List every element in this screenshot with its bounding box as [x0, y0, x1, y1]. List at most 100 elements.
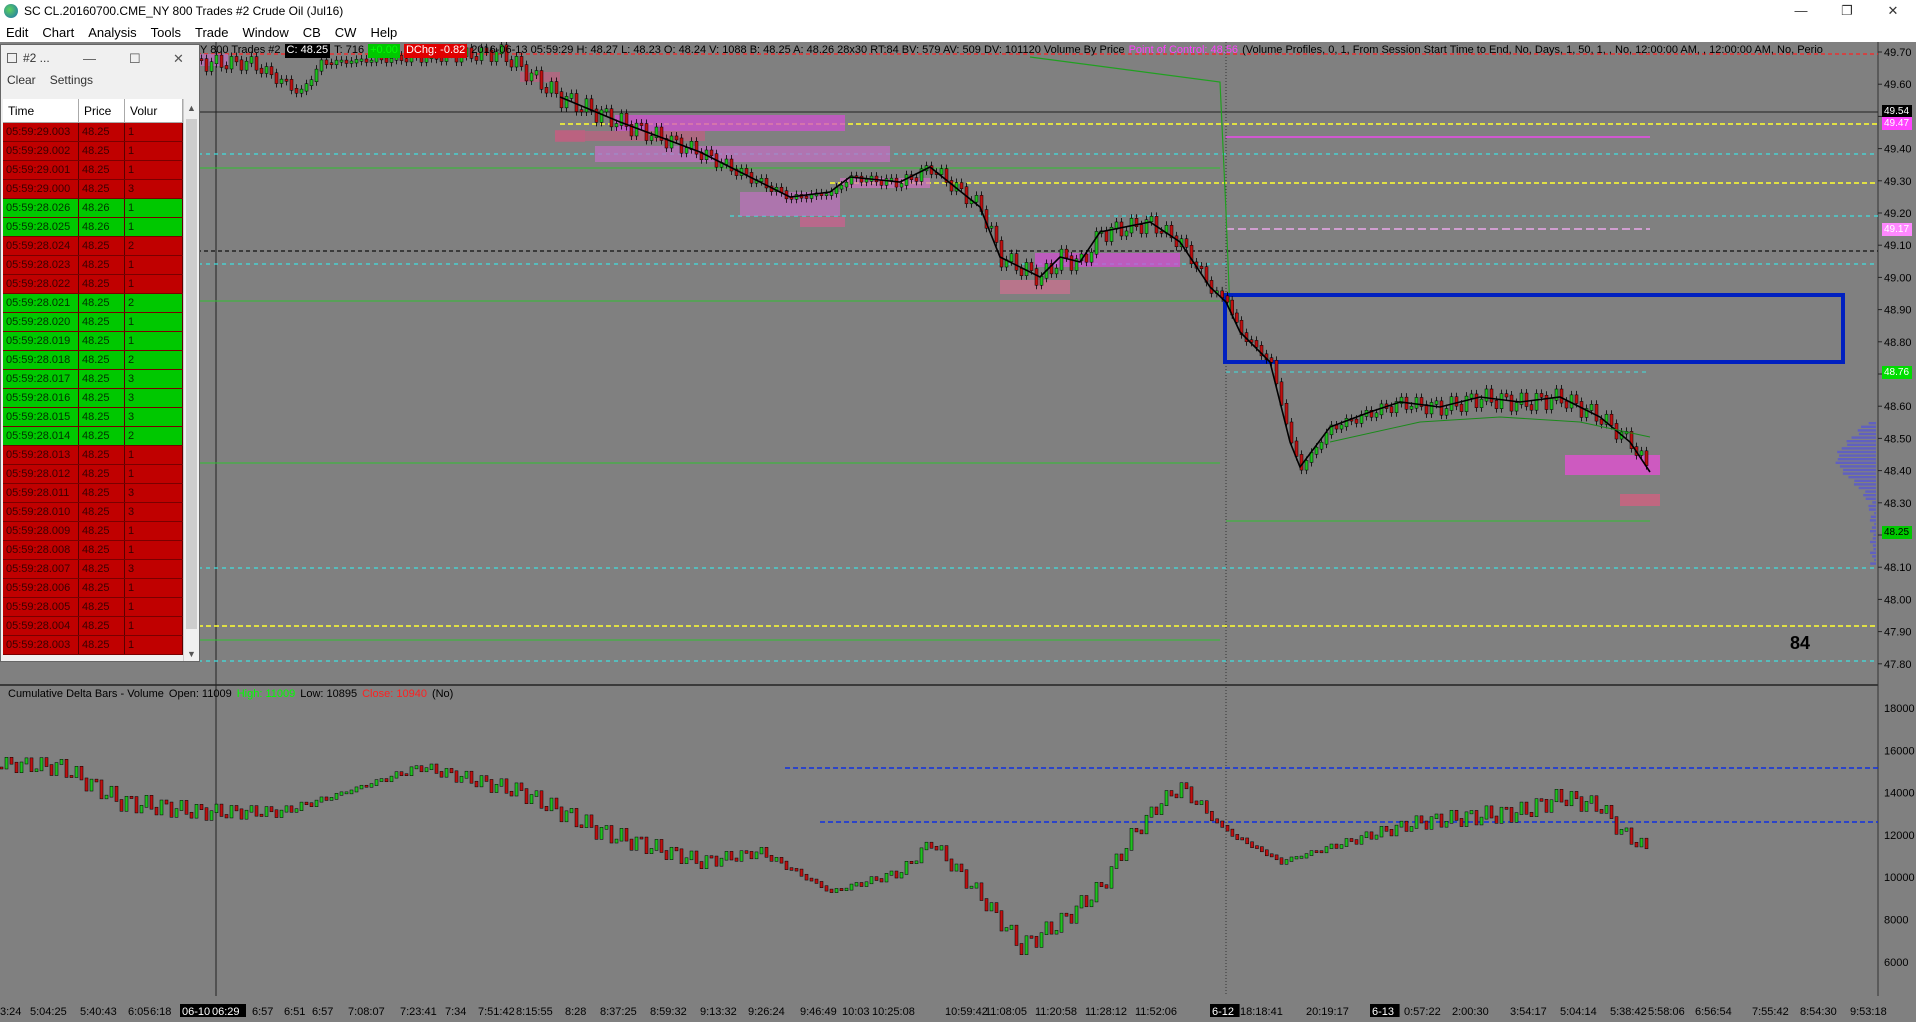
- time-axis-label: 5:38:42: [1610, 1006, 1647, 1018]
- tas-cell-vol: 3: [125, 408, 183, 426]
- time-axis-label: 8:54:30: [1800, 1006, 1837, 1018]
- tas-cell-vol: 2: [125, 351, 183, 369]
- tas-cell-price: 48.25: [79, 465, 125, 483]
- time-axis-label: 06-10: [182, 1006, 210, 1018]
- tas-cell-vol: 1: [125, 598, 183, 616]
- time-axis-label: 10:25:08: [872, 1006, 915, 1018]
- price-axis-label: 49.10: [1884, 240, 1912, 252]
- tas-cell-time: 05:59:28.021: [3, 294, 79, 312]
- time-axis-label: 8:59:32: [650, 1006, 687, 1018]
- col-volume-header[interactable]: Volur: [125, 99, 183, 122]
- tas-row: 05:59:28.012 48.25 1: [3, 465, 183, 484]
- time-axis-label: 10:03: [842, 1006, 870, 1018]
- tas-row: 05:59:28.008 48.25 1: [3, 541, 183, 560]
- time-axis-label: 9:13:32: [700, 1006, 737, 1018]
- lower-pane-header: Cumulative Delta Bars - Volume Open: 110…: [8, 688, 453, 702]
- time-axis-label: 20:19:17: [1306, 1006, 1349, 1018]
- col-price-header[interactable]: Price: [79, 99, 125, 122]
- price-axis-label: 48.10: [1884, 562, 1912, 574]
- tas-cell-vol: 1: [125, 446, 183, 464]
- tas-cell-price: 48.25: [79, 503, 125, 521]
- tas-cell-time: 05:59:28.004: [3, 617, 79, 635]
- minimize-button[interactable]: —: [1778, 0, 1824, 22]
- tas-cell-price: 48.25: [79, 636, 125, 654]
- tas-cell-vol: 2: [125, 237, 183, 255]
- time-axis-label: 7:23:41: [400, 1006, 437, 1018]
- tas-cell-time: 05:59:28.017: [3, 370, 79, 388]
- delta-axis-label: 14000: [1884, 788, 1915, 800]
- time-axis-label: 6-12: [1212, 1006, 1234, 1018]
- tas-row: 05:59:28.015 48.25 3: [3, 408, 183, 427]
- chart-area[interactable]: 49.7049.6049.5049.4049.3049.2049.1049.00…: [0, 40, 1916, 1019]
- study-params: (Volume Profiles, 0, 1, From Session Sta…: [1242, 44, 1823, 56]
- menu-cb[interactable]: CB: [303, 25, 321, 40]
- window-title: SC CL.20160700.CME_NY 800 Trades #2 Crud…: [24, 4, 344, 18]
- tas-cell-price: 48.25: [79, 123, 125, 141]
- tas-cell-time: 05:59:28.015: [3, 408, 79, 426]
- time-axis-label: 11:28:12: [1085, 1006, 1127, 1018]
- tas-cell-vol: 3: [125, 484, 183, 502]
- tas-close-button[interactable]: ✕: [173, 51, 184, 67]
- study-low: Low: 10895: [300, 688, 358, 700]
- close-window-button[interactable]: ✕: [1870, 0, 1916, 22]
- tas-row: 05:59:28.025 48.26 1: [3, 218, 183, 237]
- menu-edit[interactable]: Edit: [6, 25, 28, 40]
- tas-clear-button[interactable]: Clear: [7, 73, 36, 87]
- close-badge: C: 48.25: [284, 44, 331, 58]
- bar-counter: 84: [1790, 633, 1810, 653]
- time-axis-label: 6:57: [252, 1006, 273, 1018]
- time-axis-label: 11:52:06: [1135, 1006, 1177, 1018]
- scroll-up-icon[interactable]: ▲: [187, 103, 196, 113]
- time-and-sales-window[interactable]: #2 ... — ☐ ✕ Clear Settings Time Price V…: [0, 44, 200, 662]
- menu-trade[interactable]: Trade: [195, 25, 228, 40]
- time-axis-label: 7:55:42: [1752, 1006, 1789, 1018]
- tas-cell-price: 48.25: [79, 427, 125, 445]
- tas-row: 05:59:28.010 48.25 3: [3, 503, 183, 522]
- tas-row: 05:59:28.024 48.25 2: [3, 237, 183, 256]
- price-tag: 48.76: [1882, 366, 1912, 379]
- tas-settings-button[interactable]: Settings: [50, 73, 93, 87]
- tas-cell-vol: 3: [125, 370, 183, 388]
- scroll-down-icon[interactable]: ▼: [187, 649, 196, 659]
- tas-cell-price: 48.25: [79, 161, 125, 179]
- tas-cell-price: 48.25: [79, 313, 125, 331]
- col-time-header[interactable]: Time: [3, 99, 79, 122]
- trades-count: T: 716: [334, 44, 365, 56]
- tas-cell-vol: 1: [125, 579, 183, 597]
- tas-cell-time: 05:59:28.005: [3, 598, 79, 616]
- price-axis-label: 49.40: [1884, 144, 1912, 156]
- tas-scrollbar[interactable]: ▲ ▼: [183, 99, 199, 661]
- tas-cell-vol: 2: [125, 294, 183, 312]
- tas-cell-time: 05:59:28.009: [3, 522, 79, 540]
- menu-help[interactable]: Help: [370, 25, 397, 40]
- price-axis-label: 48.90: [1884, 305, 1912, 317]
- tas-titlebar[interactable]: #2 ... — ☐ ✕: [1, 45, 199, 71]
- tas-minimize-button[interactable]: —: [83, 51, 96, 66]
- tas-row: 05:59:28.022 48.25 1: [3, 275, 183, 294]
- chart-canvas[interactable]: 49.7049.6049.5049.4049.3049.2049.1049.00…: [0, 40, 1916, 1019]
- menu-chart[interactable]: Chart: [42, 25, 74, 40]
- menu-analysis[interactable]: Analysis: [88, 25, 136, 40]
- time-axis-label: 9:26:24: [748, 1006, 785, 1018]
- tas-scroll-thumb[interactable]: [186, 119, 197, 629]
- tas-maximize-button[interactable]: ☐: [129, 51, 141, 67]
- tas-row: 05:59:28.018 48.25 2: [3, 351, 183, 370]
- tas-cell-time: 05:59:28.020: [3, 313, 79, 331]
- time-axis-label: 6:05: [128, 1006, 149, 1018]
- menu-cw[interactable]: CW: [335, 25, 357, 40]
- tas-cell-price: 48.25: [79, 180, 125, 198]
- menu-tools[interactable]: Tools: [151, 25, 181, 40]
- app-globe-icon: [4, 4, 18, 18]
- tas-cell-vol: 1: [125, 161, 183, 179]
- tas-toolbar: Clear Settings: [1, 71, 199, 89]
- menu-window[interactable]: Window: [242, 25, 288, 40]
- price-axis-label: 48.60: [1884, 401, 1912, 413]
- tas-header-row: Time Price Volur: [3, 99, 183, 123]
- tas-cell-time: 05:59:29.003: [3, 123, 79, 141]
- tas-cell-price: 48.25: [79, 617, 125, 635]
- tas-cell-price: 48.25: [79, 560, 125, 578]
- delta-axis-label: 6000: [1884, 957, 1908, 969]
- tas-cell-price: 48.26: [79, 218, 125, 236]
- tas-cell-price: 48.25: [79, 332, 125, 350]
- maximize-button[interactable]: ❐: [1824, 0, 1870, 22]
